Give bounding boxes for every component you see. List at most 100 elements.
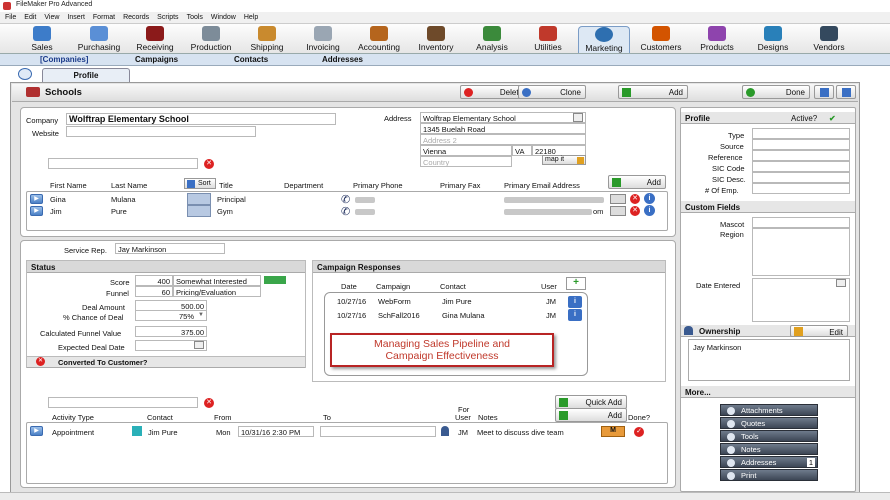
module-shipping[interactable]: Shipping xyxy=(241,26,293,53)
activity-search-field[interactable] xyxy=(48,397,198,408)
module-designs[interactable]: Designs xyxy=(747,26,799,53)
menu-format[interactable]: Format xyxy=(88,12,118,21)
contact-first-name[interactable]: Jim xyxy=(50,207,62,216)
next-record-button[interactable] xyxy=(836,85,856,99)
state-field[interactable]: VA xyxy=(512,145,532,156)
source-field[interactable] xyxy=(752,139,850,150)
previous-record-button[interactable] xyxy=(814,85,834,99)
go-to-contact-button[interactable]: ▶ xyxy=(30,194,43,204)
addresses-button[interactable]: Addresses 1 xyxy=(720,456,818,468)
mascot-field[interactable] xyxy=(752,217,850,228)
module-inventory[interactable]: Inventory xyxy=(410,26,462,53)
subnav-contacts[interactable]: Contacts xyxy=(234,55,268,64)
reference-field[interactable] xyxy=(752,150,850,161)
add-activity-button[interactable]: Add xyxy=(555,408,627,422)
type-field[interactable] xyxy=(752,128,850,139)
contact-last-name[interactable]: Mulana xyxy=(111,195,136,204)
address-line-3[interactable]: Address 2 xyxy=(420,134,586,145)
activity-notes[interactable]: Meet to discuss dive team xyxy=(477,428,564,437)
quick-add-button[interactable]: Quick Add xyxy=(555,395,627,409)
subnav-addresses[interactable]: Addresses xyxy=(322,55,363,64)
go-to-contact-button[interactable]: ▶ xyxy=(30,206,43,216)
done-button[interactable]: Done xyxy=(742,85,810,99)
email-icon[interactable] xyxy=(610,194,626,204)
add-contact-button[interactable]: Add xyxy=(608,175,666,189)
module-analysis[interactable]: Analysis xyxy=(466,26,518,53)
activity-type[interactable]: Appointment xyxy=(52,428,94,437)
country-field[interactable]: Country xyxy=(420,156,512,167)
tools-button[interactable]: Tools xyxy=(720,430,818,442)
delete-contact-icon[interactable]: ✕ xyxy=(630,206,640,216)
clear-search-icon[interactable]: ✕ xyxy=(204,159,214,169)
module-products[interactable]: Products xyxy=(691,26,743,53)
email-icon[interactable] xyxy=(610,206,626,216)
module-marketing[interactable]: Marketing xyxy=(578,26,630,53)
module-customers[interactable]: Customers xyxy=(635,26,687,53)
subnav-companies[interactable]: [Companies] xyxy=(40,55,88,64)
info-icon[interactable]: i xyxy=(568,309,582,321)
contact-last-name[interactable]: Pure xyxy=(111,207,127,216)
module-purchasing[interactable]: Purchasing xyxy=(73,26,125,53)
subnav-campaigns[interactable]: Campaigns xyxy=(135,55,178,64)
website-field[interactable] xyxy=(66,126,256,137)
service-rep-field[interactable]: Jay Markinson xyxy=(115,243,225,254)
chance-dropdown[interactable]: 75% xyxy=(135,310,207,321)
clone-button[interactable]: Clone xyxy=(518,85,586,99)
clear-search-icon[interactable]: ✕ xyxy=(204,398,214,408)
module-sales[interactable]: Sales xyxy=(16,26,68,53)
menu-records[interactable]: Records xyxy=(118,12,152,21)
module-utilities[interactable]: Utilities xyxy=(522,26,574,53)
contact-title[interactable]: Principal xyxy=(217,195,246,204)
company-name-field[interactable]: Wolftrap Elementary School xyxy=(66,113,336,125)
go-to-activity-button[interactable]: ▶ xyxy=(30,426,43,436)
funnel-field[interactable]: 60 xyxy=(135,286,173,297)
activity-to[interactable] xyxy=(320,426,436,437)
menu-view[interactable]: View xyxy=(39,12,62,21)
copy-icon[interactable] xyxy=(573,113,583,122)
module-accounting[interactable]: Accounting xyxy=(353,26,405,53)
m-button[interactable]: M xyxy=(601,426,625,437)
reorder-arrows-icon[interactable] xyxy=(187,193,211,205)
calendar-icon[interactable] xyxy=(194,341,204,349)
back-icon[interactable] xyxy=(18,68,32,80)
map-it-button[interactable]: map it xyxy=(542,155,586,165)
info-icon[interactable]: i xyxy=(644,193,655,204)
done-status-icon[interactable]: ✓ xyxy=(634,427,644,437)
add-campaign-response-button[interactable]: + xyxy=(566,277,586,290)
calendar-icon[interactable] xyxy=(836,279,846,287)
menu-window[interactable]: Window xyxy=(206,12,239,21)
menu-edit[interactable]: Edit xyxy=(19,12,39,21)
active-checkmark-icon[interactable]: ✔ xyxy=(829,114,836,123)
delete-contact-icon[interactable]: ✕ xyxy=(630,194,640,204)
print-button[interactable]: Print xyxy=(720,469,818,481)
reorder-arrows-icon[interactable] xyxy=(187,205,211,217)
module-invoicing[interactable]: Invoicing xyxy=(297,26,349,53)
menu-help[interactable]: Help xyxy=(239,12,261,21)
info-icon[interactable]: i xyxy=(644,205,655,216)
city-field[interactable]: Vienna xyxy=(420,145,512,156)
notes-button[interactable]: Notes xyxy=(720,443,818,455)
score-field[interactable]: 400 xyxy=(135,275,173,286)
sort-button[interactable]: Sort xyxy=(184,178,216,189)
contact-first-name[interactable]: Gina xyxy=(50,195,66,204)
activity-contact[interactable]: Jim Pure xyxy=(148,428,178,437)
activity-from[interactable]: 10/31/16 2:30 PM xyxy=(238,426,314,437)
menu-file[interactable]: File xyxy=(0,12,19,21)
address-line-1[interactable]: Wolftrap Elementary School xyxy=(420,112,586,123)
employees-field[interactable] xyxy=(752,183,850,194)
contact-title[interactable]: Gym xyxy=(217,207,233,216)
module-production[interactable]: Production xyxy=(185,26,237,53)
menu-tools[interactable]: Tools xyxy=(182,12,206,21)
attachments-button[interactable]: Attachments xyxy=(720,404,818,416)
add-button[interactable]: Add xyxy=(618,85,688,99)
phone-icon[interactable]: ✆ xyxy=(341,205,350,218)
contact-search-field[interactable] xyxy=(48,158,198,169)
quotes-button[interactable]: Quotes xyxy=(720,417,818,429)
info-icon[interactable]: i xyxy=(568,296,582,308)
tab-profile[interactable]: Profile xyxy=(42,68,130,82)
menu-insert[interactable]: Insert xyxy=(62,12,88,21)
module-receiving[interactable]: Receiving xyxy=(129,26,181,53)
edit-ownership-button[interactable]: Edit xyxy=(790,325,848,337)
module-vendors[interactable]: Vendors xyxy=(803,26,855,53)
address-line-2[interactable]: 1345 Buelah Road xyxy=(420,123,586,134)
